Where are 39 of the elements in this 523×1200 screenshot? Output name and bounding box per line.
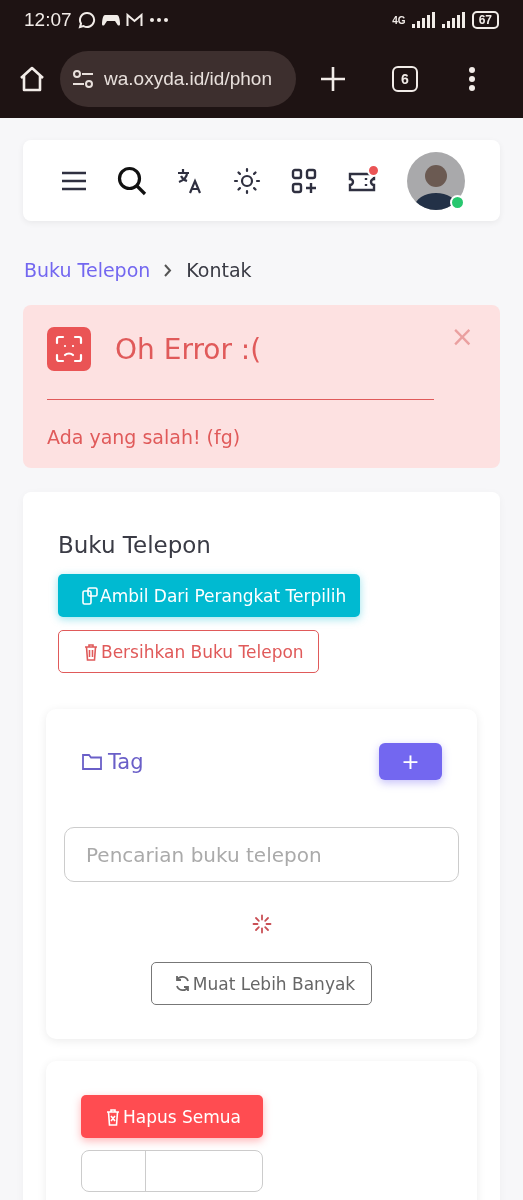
breadcrumb-current: Kontak	[186, 259, 252, 281]
trash-icon	[105, 1107, 121, 1126]
alert-message: Ada yang salah! (fg)	[47, 426, 242, 448]
tag-title: Tag	[108, 749, 144, 774]
menu-icon[interactable]	[468, 66, 476, 92]
chat-icon	[77, 11, 96, 29]
delete-all-button[interactable]: Hapus Semua	[81, 1095, 264, 1138]
home-icon[interactable]	[18, 65, 46, 93]
chevron-right-icon	[164, 263, 173, 277]
site-settings-icon[interactable]	[72, 69, 94, 89]
address-bar[interactable]: wa.oxyda.id/id/phon	[60, 51, 296, 107]
new-tab-icon[interactable]	[320, 66, 346, 92]
mail-icon	[125, 13, 143, 27]
translate-icon[interactable]	[177, 167, 203, 194]
network-label: 4G	[392, 14, 406, 26]
signal-icon	[441, 12, 466, 28]
tab-count-button[interactable]: 6	[392, 66, 418, 92]
search-icon[interactable]	[117, 165, 147, 196]
fetch-contacts-button[interactable]: Ambil Dari Perangkat Terpilih	[58, 574, 361, 617]
trash-icon	[83, 642, 99, 661]
breadcrumb-link[interactable]: Buku Telepon	[24, 259, 151, 281]
alert-title: Oh Error :(	[115, 332, 262, 366]
search-field[interactable]: Pencarian buku telepon	[64, 827, 459, 882]
load-more-button[interactable]: Muat Lebih Banyak	[150, 962, 373, 1005]
devices-icon	[82, 586, 98, 605]
sun-icon[interactable]	[233, 166, 261, 195]
gamepad-icon	[101, 13, 120, 27]
status-time: 12:07	[24, 9, 72, 31]
battery-level: 67	[471, 11, 499, 29]
more-icon	[148, 17, 169, 23]
clear-phonebook-button[interactable]: Bersihkan Buku Telepon	[58, 630, 319, 673]
signal-icon	[411, 12, 436, 28]
menu-icon[interactable]	[61, 169, 87, 192]
folder-icon	[82, 753, 102, 770]
apps-icon[interactable]	[291, 167, 317, 194]
card-title: Buku Telepon	[58, 532, 212, 558]
sad-face-icon	[47, 327, 91, 371]
add-tag-button[interactable]: +	[379, 743, 442, 780]
refresh-icon	[173, 975, 191, 992]
